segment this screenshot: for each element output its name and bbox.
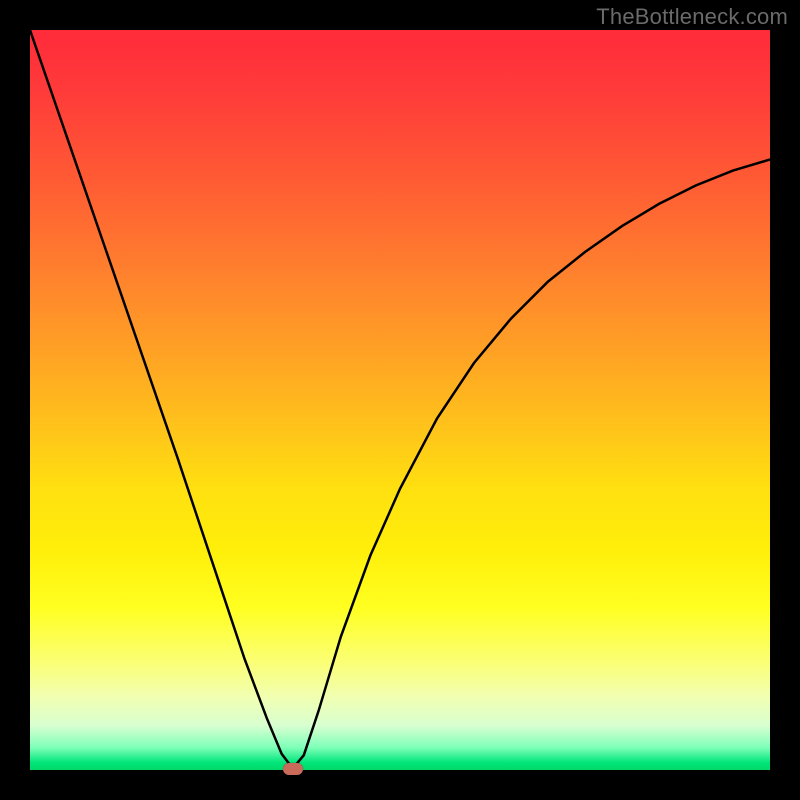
curve-layer (30, 30, 770, 770)
plot-area (30, 30, 770, 770)
bottleneck-curve (30, 30, 770, 769)
watermark-label: TheBottleneck.com (596, 4, 788, 30)
chart-wrap: TheBottleneck.com (0, 0, 800, 800)
minimum-marker (283, 763, 303, 775)
